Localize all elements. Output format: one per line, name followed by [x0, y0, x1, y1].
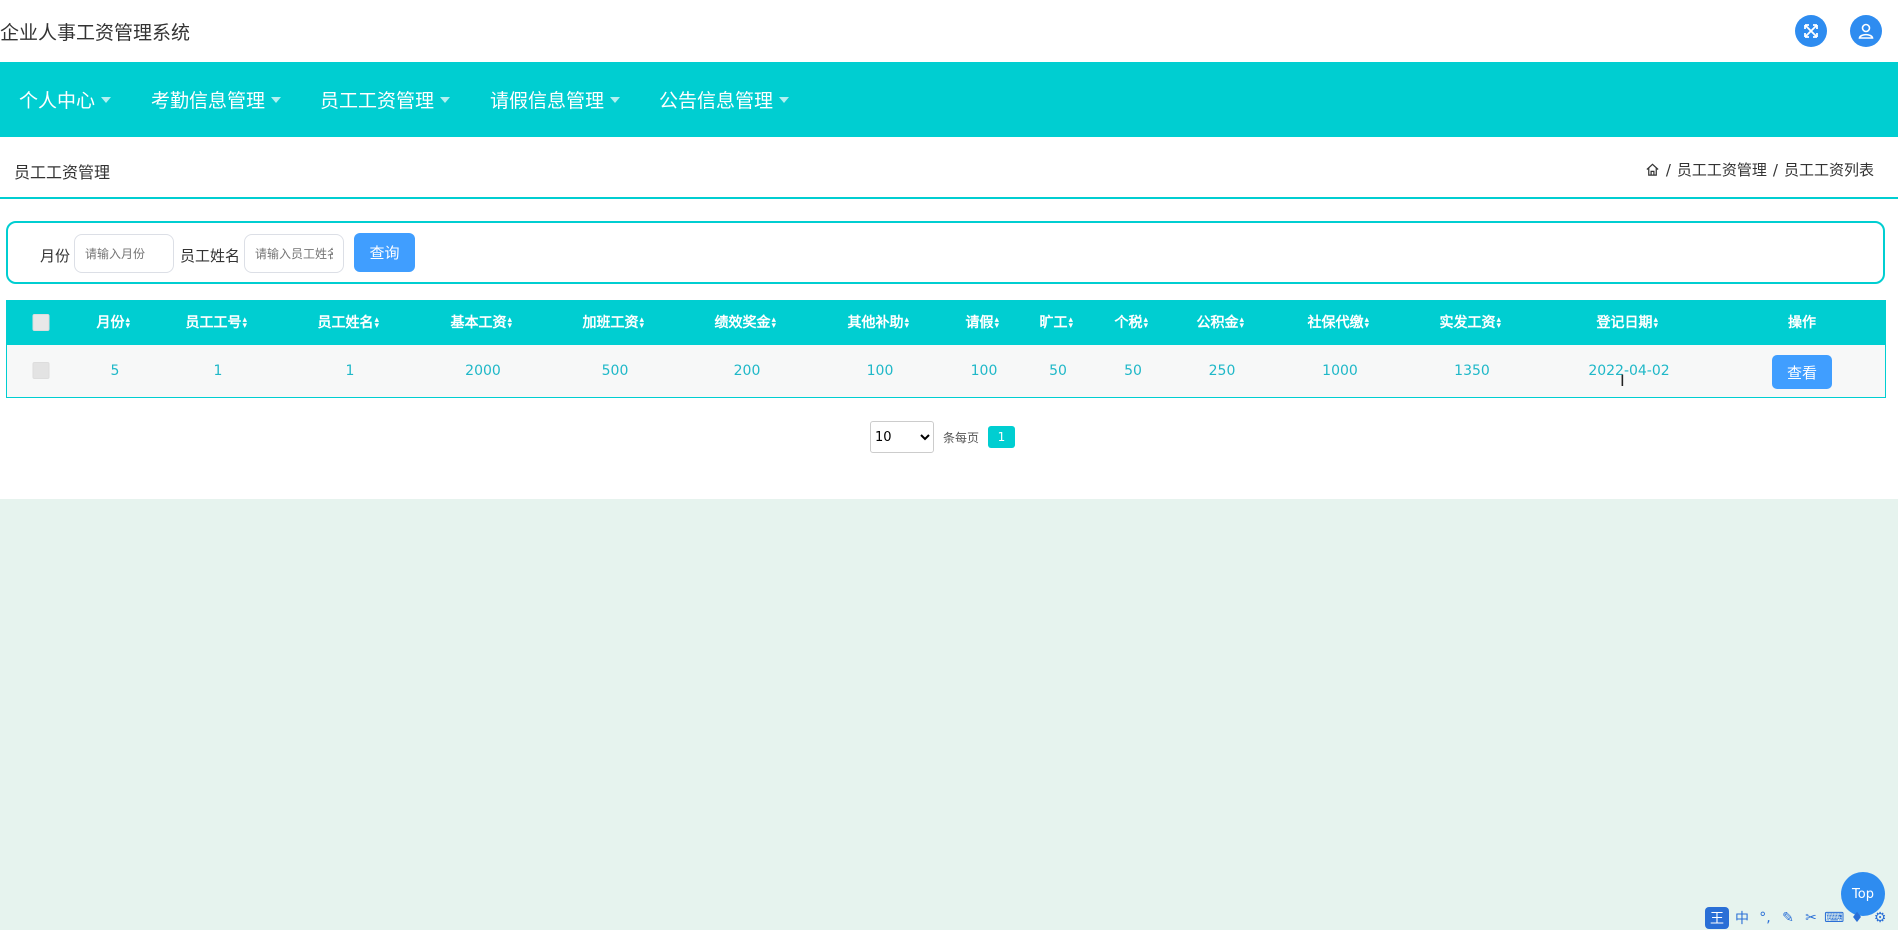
- scissors-icon[interactable]: ✂: [1801, 910, 1821, 926]
- nav-item-label: 员工工资管理: [320, 90, 435, 112]
- table-cell: 1000: [1322, 363, 1358, 379]
- caret-down-icon: [271, 96, 282, 103]
- nav-item-notice[interactable]: 公告信息管理: [659, 62, 790, 137]
- search-button[interactable]: 查询: [354, 233, 415, 272]
- column-header-absence[interactable]: 旷工 ▴ ▾: [1040, 301, 1077, 345]
- breadcrumb-item[interactable]: 员工工资管理: [1677, 159, 1767, 180]
- column-header-employee-name[interactable]: 员工姓名 ▴ ▾: [318, 301, 383, 345]
- sort-icon[interactable]: ▴ ▾: [640, 316, 648, 331]
- caret-down-icon: [440, 96, 451, 103]
- table-cell: 2000: [465, 363, 501, 379]
- table-cell: 50: [1124, 363, 1142, 379]
- sort-icon[interactable]: ▴ ▾: [1144, 316, 1152, 331]
- table-cell: 1: [213, 363, 223, 379]
- content-area: 员工工资管理 / 员工工资管理 / 员工工资列表 月份 员工姓名 查询 月份▴▾…: [0, 137, 1898, 499]
- nav-item-label: 个人中心: [19, 90, 96, 112]
- table-cell: 100: [866, 363, 894, 379]
- sort-icon[interactable]: ▴ ▾: [243, 316, 251, 331]
- home-icon[interactable]: [1645, 162, 1660, 177]
- column-header-employee-id[interactable]: 员工工号 ▴ ▾: [186, 301, 251, 345]
- column-header-overtime-pay[interactable]: 加班工资 ▴ ▾: [583, 301, 648, 345]
- page-header: 员工工资管理 / 员工工资管理 / 员工工资列表: [0, 137, 1898, 199]
- table-header: 月份 ▴ ▾ 员工工号 ▴ ▾ 员工姓名 ▴ ▾ 基本工资 ▴ ▾ 加班工资 ▴ ▾ 绩效奖金 ▴ ▾ …: [7, 301, 1885, 345]
- top-header: 企业人事工资管理系统: [0, 0, 1898, 62]
- nav-item-salary[interactable]: 员工工资管理: [320, 62, 451, 137]
- table-cell: 50: [1049, 363, 1067, 379]
- sort-icon[interactable]: ▴ ▾: [905, 316, 913, 331]
- expand-arrows-icon: [1804, 24, 1818, 38]
- skin-icon[interactable]: ♦: [1847, 910, 1867, 926]
- sort-icon[interactable]: ▴ ▾: [1069, 316, 1077, 331]
- table-cell: 200: [733, 363, 761, 379]
- nav-item-personal-center[interactable]: 个人中心: [19, 62, 112, 137]
- caret-down-icon: [779, 96, 790, 103]
- page-number-button[interactable]: 1: [988, 426, 1015, 448]
- pen-icon[interactable]: ✎: [1778, 910, 1798, 926]
- ime-toolbar: 王 中 °, ✎ ✂ ⌨ ♦ ⚙: [1705, 906, 1890, 930]
- table-cell: 100: [970, 363, 998, 379]
- breadcrumb-separator: /: [1772, 160, 1778, 179]
- sort-icon[interactable]: ▴ ▾: [126, 316, 134, 331]
- column-header-housing-fund[interactable]: 公积金 ▴ ▾: [1197, 301, 1248, 345]
- breadcrumb: / 员工工资管理 / 员工工资列表: [1645, 159, 1874, 180]
- nav-item-label: 公告信息管理: [659, 90, 774, 112]
- keyboard-icon[interactable]: ⌨: [1824, 910, 1844, 926]
- month-input[interactable]: [74, 234, 174, 273]
- table-cell: 500: [601, 363, 629, 379]
- table-cell: 2022-04-02: [1588, 363, 1670, 379]
- sort-icon[interactable]: ▴ ▾: [772, 316, 780, 331]
- ime-language-toggle[interactable]: 中: [1732, 908, 1752, 928]
- caret-down-icon: [101, 96, 112, 103]
- text-cursor-icon: I: [1620, 371, 1625, 390]
- page-size-label: 条每页: [943, 431, 980, 445]
- app-title: 企业人事工资管理系统: [0, 22, 191, 44]
- view-button[interactable]: 查看: [1772, 355, 1832, 389]
- page-size-select[interactable]: 10: [870, 421, 934, 453]
- column-header-month[interactable]: 月份 ▴ ▾: [97, 301, 134, 345]
- sort-icon[interactable]: ▴ ▾: [375, 316, 383, 331]
- column-header-tax[interactable]: 个税 ▴ ▾: [1115, 301, 1152, 345]
- person-icon: [1858, 23, 1874, 39]
- sort-icon[interactable]: ▴ ▾: [508, 316, 516, 331]
- main-nav: 个人中心 考勤信息管理 员工工资管理 请假信息管理 公告信息管理: [0, 62, 1898, 137]
- user-icon[interactable]: [1850, 15, 1882, 47]
- column-header-register-date[interactable]: 登记日期 ▴ ▾: [1597, 301, 1662, 345]
- column-header-net-pay[interactable]: 实发工资 ▴ ▾: [1440, 301, 1505, 345]
- column-header-bonus[interactable]: 绩效奖金 ▴ ▾: [715, 301, 780, 345]
- employee-name-input[interactable]: [244, 234, 344, 273]
- table-cell: 1350: [1454, 363, 1490, 379]
- column-header-base-salary[interactable]: 基本工资 ▴ ▾: [451, 301, 516, 345]
- sort-icon[interactable]: ▴ ▾: [995, 316, 1003, 331]
- sort-icon[interactable]: ▴ ▾: [1365, 316, 1373, 331]
- search-panel: 月份 员工姓名 查询: [6, 221, 1885, 284]
- fullscreen-icon[interactable]: [1795, 15, 1827, 47]
- column-header-social-security[interactable]: 社保代缴 ▴ ▾: [1308, 301, 1373, 345]
- nav-item-attendance[interactable]: 考勤信息管理: [151, 62, 282, 137]
- page-title: 员工工资管理: [14, 163, 111, 182]
- salary-table: 月份 ▴ ▾ 员工工号 ▴ ▾ 员工姓名 ▴ ▾ 基本工资 ▴ ▾ 加班工资 ▴ ▾ 绩效奖金 ▴ ▾ …: [6, 300, 1886, 398]
- table-cell: 5: [110, 363, 120, 379]
- nav-item-label: 请假信息管理: [490, 90, 605, 112]
- nav-item-label: 考勤信息管理: [151, 90, 266, 112]
- punctuation-icon[interactable]: °,: [1755, 910, 1775, 926]
- table-cell: 1: [345, 363, 355, 379]
- sort-icon[interactable]: ▴ ▾: [1240, 316, 1248, 331]
- sort-icon[interactable]: ▴ ▾: [1497, 316, 1505, 331]
- column-header-allowance[interactable]: 其他补助 ▴ ▾: [848, 301, 913, 345]
- caret-down-icon: [610, 96, 621, 103]
- month-label: 月份: [40, 247, 71, 265]
- table-cell: 250: [1208, 363, 1236, 379]
- select-all-checkbox[interactable]: [32, 314, 50, 331]
- sort-icon[interactable]: ▴ ▾: [1654, 316, 1662, 331]
- column-header-leave[interactable]: 请假 ▴ ▾: [966, 301, 1003, 345]
- column-header-actions: 操作: [1788, 315, 1816, 331]
- breadcrumb-separator: /: [1665, 160, 1671, 179]
- nav-item-leave[interactable]: 请假信息管理: [490, 62, 621, 137]
- table-row: 5 1 1 2000 500 200 100 100 50 50 250 100…: [7, 345, 1885, 397]
- ime-logo-icon[interactable]: 王: [1705, 907, 1729, 929]
- employee-name-label: 员工姓名: [180, 247, 241, 265]
- row-checkbox[interactable]: [32, 362, 50, 379]
- settings-icon[interactable]: ⚙: [1870, 910, 1890, 926]
- breadcrumb-item: 员工工资列表: [1783, 161, 1874, 179]
